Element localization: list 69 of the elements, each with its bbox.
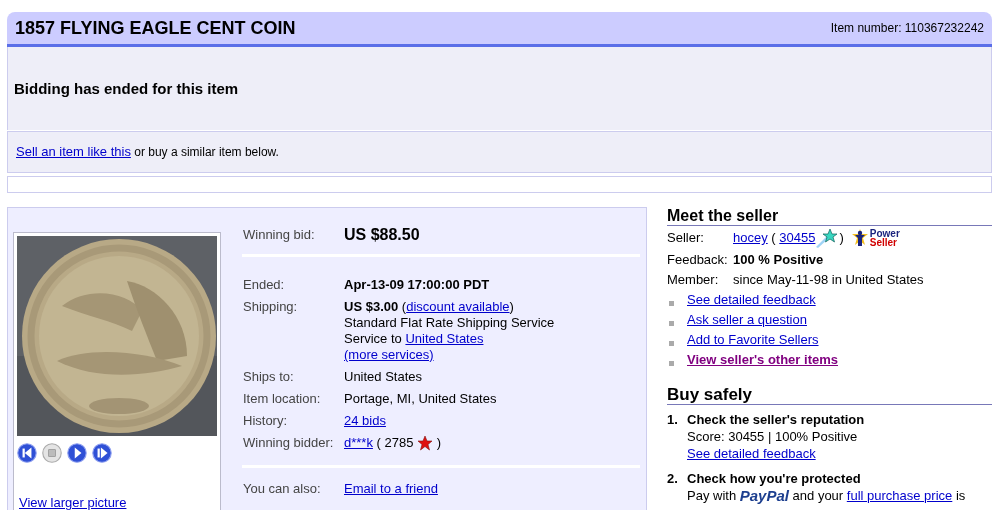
text-link[interactable]: See detailed feedback bbox=[687, 446, 816, 462]
field-label: Seller: bbox=[667, 230, 705, 246]
paypal-logo: PayPal bbox=[739, 488, 789, 504]
sell-text: or buy a similar item below. bbox=[133, 144, 279, 160]
previous-button[interactable] bbox=[17, 443, 37, 463]
text-link[interactable]: 24 bids bbox=[344, 413, 386, 429]
detail-text: Portage, MI, United States bbox=[344, 391, 497, 407]
step-number: 1. bbox=[667, 412, 679, 429]
detail-text: Standard Flat Rate Shipping Service bbox=[344, 315, 555, 331]
field-label: Shipping: bbox=[243, 299, 299, 316]
step-title: Check how you're protected bbox=[687, 471, 862, 487]
item-title: 1857 FLYING EAGLE CENT COIN bbox=[15, 20, 296, 36]
detail-text: is bbox=[954, 488, 966, 504]
text-link[interactable]: (more services) bbox=[344, 347, 434, 363]
bullet-icon bbox=[669, 340, 674, 346]
bullet-icon bbox=[669, 320, 674, 326]
status-message: Bidding has ended for this item bbox=[14, 80, 239, 97]
text-link[interactable]: full purchase price bbox=[846, 488, 953, 504]
text-link[interactable]: d***k bbox=[344, 435, 373, 451]
text-link[interactable]: discount available bbox=[406, 299, 510, 315]
text-link[interactable]: hocey bbox=[733, 230, 768, 246]
detail-text: ) bbox=[435, 435, 441, 451]
field-label: Member: bbox=[667, 272, 720, 288]
seller-link[interactable]: View seller's other items bbox=[687, 352, 838, 368]
view-larger-link[interactable]: View larger picture bbox=[19, 495, 217, 510]
detail-text: ( bbox=[400, 299, 407, 315]
value-text: US $3.00 bbox=[344, 299, 399, 315]
badge-word: Power bbox=[869, 229, 900, 238]
field-label: You can also: bbox=[243, 481, 322, 497]
field-label: Ended: bbox=[243, 277, 286, 293]
text-link[interactable]: United States bbox=[405, 331, 484, 347]
field-label: History: bbox=[243, 413, 289, 429]
trophy-figure-icon bbox=[851, 229, 868, 247]
step-title: Check the seller's reputation bbox=[687, 412, 865, 428]
field-label: Ships to: bbox=[243, 369, 295, 385]
detail-text: Service to bbox=[344, 331, 403, 347]
field-label: Item location: bbox=[243, 391, 322, 407]
step-number: 2. bbox=[667, 471, 679, 488]
detail-text: ) bbox=[509, 299, 514, 315]
detail-text: Pay with bbox=[687, 488, 738, 504]
detail-text: ( bbox=[770, 230, 777, 246]
badge-word: Seller bbox=[869, 238, 897, 247]
seller-link[interactable]: See detailed feedback bbox=[687, 292, 816, 308]
field-label: Winning bidder: bbox=[243, 435, 335, 451]
winning-bid-value: US $88.50 bbox=[344, 227, 420, 243]
shooting-star-icon bbox=[815, 228, 840, 248]
field-label: Feedback: bbox=[667, 252, 729, 268]
text-link[interactable]: 30455 bbox=[779, 230, 816, 246]
play-button[interactable] bbox=[67, 443, 87, 463]
detail-text: ( 2785 bbox=[375, 435, 415, 451]
text-link[interactable]: Sell an item like this bbox=[16, 144, 131, 160]
section-heading: Buy safely bbox=[667, 387, 992, 405]
field-label: Winning bid: bbox=[243, 227, 316, 243]
bullet-icon bbox=[669, 360, 674, 366]
detail-text: ) bbox=[839, 230, 844, 246]
next-button[interactable] bbox=[92, 443, 112, 463]
item-number: Item number: 110367232242 bbox=[830, 20, 984, 36]
star-icon bbox=[417, 435, 433, 451]
detail-text: and your bbox=[791, 488, 845, 504]
detail-text: Score: 30455 | 100% Positive bbox=[687, 429, 858, 445]
seller-link[interactable]: Ask seller a question bbox=[687, 312, 807, 328]
value-text: 100 % Positive bbox=[733, 252, 824, 268]
value-text: Apr-13-09 17:00:00 PDT bbox=[344, 277, 490, 293]
detail-text: United States bbox=[344, 369, 423, 385]
bullet-icon bbox=[669, 300, 674, 306]
section-heading: Meet the seller bbox=[667, 208, 992, 226]
seller-link[interactable]: Add to Favorite Sellers bbox=[687, 332, 819, 348]
text-link[interactable]: Email to a friend bbox=[344, 481, 438, 497]
detail-text: since May-11-98 in United States bbox=[733, 272, 924, 288]
